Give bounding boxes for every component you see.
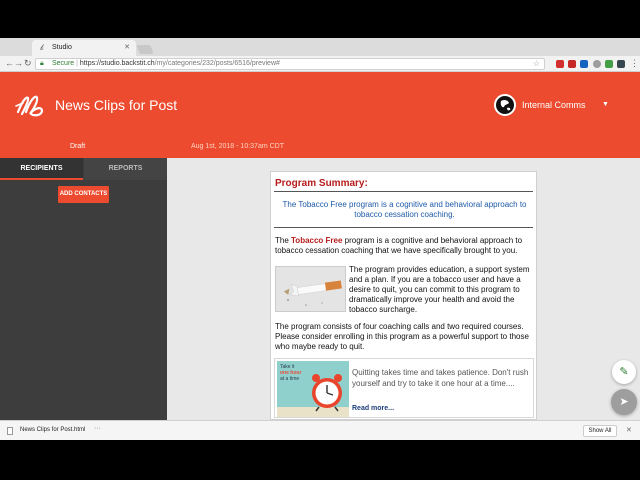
- article-teaser[interactable]: Take it one hour at a time Quitting takes …: [274, 358, 534, 418]
- forward-arrow-icon[interactable]: →: [14, 58, 23, 68]
- tab-reports[interactable]: REPORTS: [84, 158, 167, 180]
- address-bar[interactable]: 🔒︎ Secure | https://studio.backstit.ch/m…: [35, 58, 545, 70]
- bookmark-star-icon[interactable]: ☆: [533, 59, 540, 68]
- arrows-extension-icon[interactable]: [580, 60, 588, 68]
- browser-tab-studio[interactable]: 𝒷 Studio ✕: [32, 40, 136, 56]
- highlight-text: Tobacco Free: [291, 236, 343, 245]
- screen: 𝒷 Studio ✕ ← → ↻ 🔒︎ Secure | https://stu…: [0, 0, 640, 480]
- preview-intro: The Tobacco Free program is a cognitive …: [282, 200, 527, 219]
- tab-recipients[interactable]: RECIPIENTS: [0, 158, 83, 180]
- email-preview-card: Program Summary: The Tobacco Free progra…: [270, 171, 537, 420]
- secure-label: Secure: [52, 60, 75, 67]
- preview-paragraph-2: The program provides education, a suppor…: [349, 265, 530, 314]
- divider: [274, 227, 533, 228]
- clock-caption: Take it one hour at a time: [280, 364, 302, 382]
- bottom-border: [0, 440, 640, 480]
- grid-extension-icon[interactable]: [617, 60, 625, 68]
- chevron-down-icon[interactable]: ▼: [602, 101, 609, 108]
- send-button[interactable]: ➤: [611, 389, 637, 415]
- preview-paragraph-3: The program consists of four coaching ca…: [275, 322, 529, 351]
- show-all-button[interactable]: Show All: [583, 425, 617, 437]
- backstitch-logo-icon: 𝒷: [40, 43, 44, 52]
- preview-title: Program Summary:: [275, 178, 368, 189]
- add-contacts-button[interactable]: ADD CONTACTS: [58, 186, 109, 203]
- tools-extension-icon[interactable]: [568, 60, 576, 68]
- post-date: Aug 1st, 2018 - 10:37am CDT: [191, 143, 284, 150]
- tab-title: Studio: [52, 44, 72, 51]
- close-tab-icon[interactable]: ✕: [124, 43, 130, 51]
- browser-toolbar: ← → ↻ 🔒︎ Secure | https://studio.backsti…: [0, 56, 640, 72]
- alarm-clock-image: Take it one hour at a time: [277, 361, 349, 417]
- broken-cigarette-image: [275, 266, 346, 312]
- sidebar: RECIPIENTS REPORTS ADD CONTACTS: [0, 158, 167, 420]
- pdf-extension-icon[interactable]: [556, 60, 564, 68]
- green-extension-icon[interactable]: [605, 60, 613, 68]
- download-file-name[interactable]: News Clips for Post.html: [20, 427, 85, 433]
- workspace-name[interactable]: Internal Comms: [522, 100, 586, 110]
- edit-pencil-button[interactable]: ✎: [612, 360, 636, 384]
- url-path: /my/categories/232/posts/6516/preview#: [154, 60, 280, 67]
- status-badge: Draft: [70, 143, 86, 150]
- workspace-globe-icon[interactable]: [494, 94, 516, 116]
- file-icon: [7, 427, 13, 435]
- preview-paragraph-1: The Tobacco Free program is a cognitive …: [275, 236, 523, 255]
- page-title: News Clips for Post: [55, 97, 178, 113]
- new-tab-button[interactable]: [136, 45, 154, 54]
- top-border: [0, 0, 640, 38]
- app-header: News Clips for Post Internal Comms ▼ Dra…: [0, 72, 640, 158]
- circle-extension-icon[interactable]: [593, 60, 601, 68]
- reload-icon[interactable]: ↻: [24, 58, 32, 69]
- downloads-bar: News Clips for Post.html ··· Show All ✕: [0, 420, 640, 440]
- divider: [274, 191, 533, 192]
- back-arrow-icon[interactable]: ←: [5, 58, 14, 68]
- preview-area: Program Summary: The Tobacco Free progra…: [167, 158, 640, 420]
- download-menu-icon[interactable]: ···: [94, 425, 101, 432]
- backstitch-logo-icon[interactable]: [14, 92, 46, 118]
- lock-icon: 🔒︎: [40, 60, 44, 67]
- browser-menu-icon[interactable]: ⋮: [630, 58, 639, 69]
- close-icon[interactable]: ✕: [626, 426, 632, 434]
- teaser-text: Quitting takes time and takes patience. …: [352, 368, 529, 388]
- read-more-link[interactable]: Read more...: [352, 405, 394, 412]
- url-host: https://studio.backstit.ch: [79, 60, 155, 67]
- sidebar-tabs: RECIPIENTS REPORTS: [0, 158, 167, 180]
